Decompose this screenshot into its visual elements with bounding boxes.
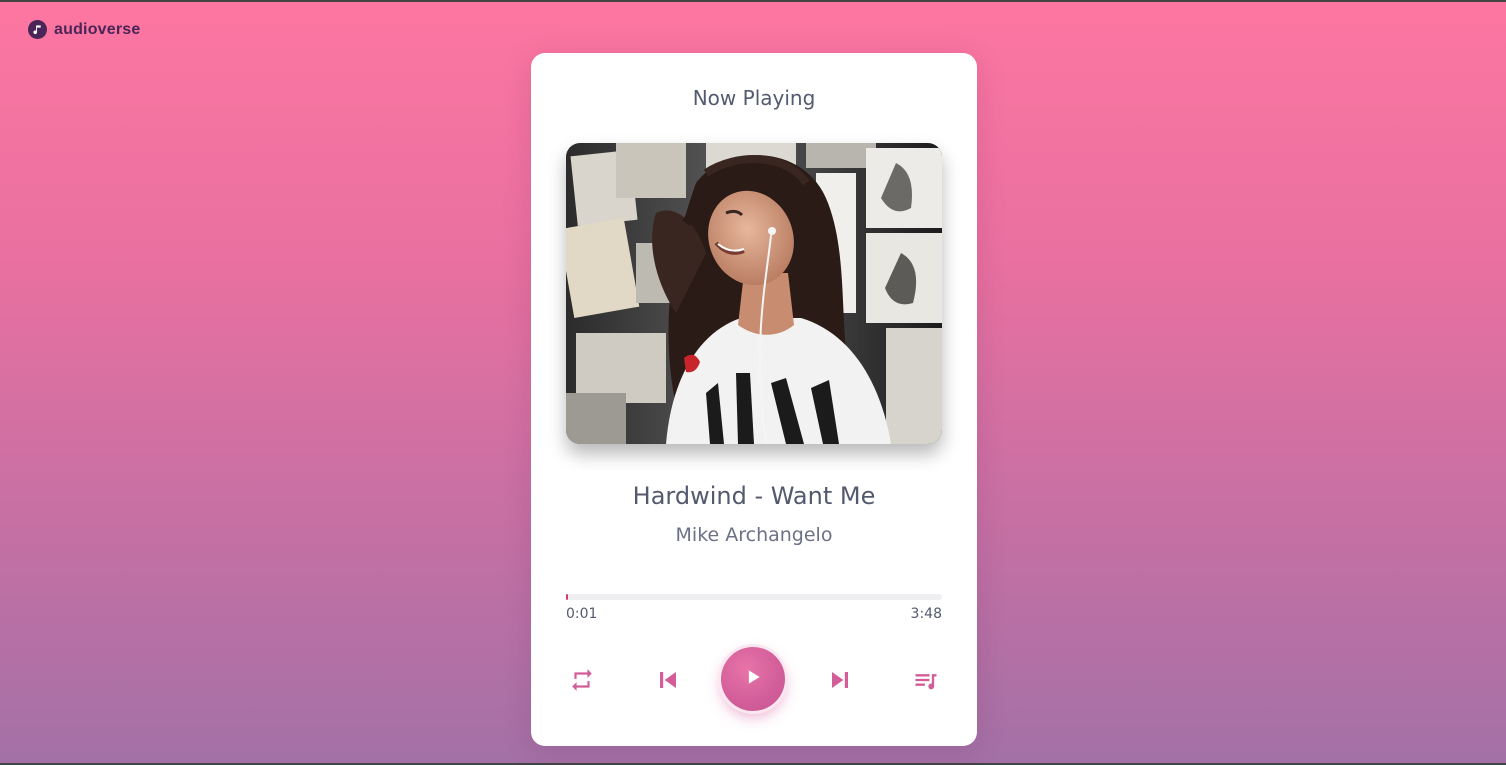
track-artist: Mike Archangelo <box>675 524 833 546</box>
progress-fill <box>566 594 569 600</box>
brand-logo[interactable]: audioverse <box>28 20 140 39</box>
previous-button[interactable] <box>651 663 685 697</box>
brand-name: audioverse <box>54 20 141 38</box>
play-icon <box>743 667 763 691</box>
next-button[interactable] <box>823 663 857 697</box>
current-time: 0:01 <box>566 606 598 622</box>
repeat-icon <box>569 667 595 693</box>
progress-bar[interactable] <box>566 594 942 600</box>
skip-next-icon <box>824 664 856 696</box>
track-title: Hardwind - Want Me <box>632 482 876 510</box>
music-note-icon <box>28 20 47 39</box>
total-time: 3:48 <box>910 606 942 622</box>
repeat-button[interactable] <box>567 665 597 695</box>
skip-previous-icon <box>652 664 684 696</box>
player-controls <box>531 643 977 713</box>
now-playing-card: Now Playing Hardwind - Want Me Mike Arch… <box>531 53 977 746</box>
album-cover <box>566 143 942 444</box>
now-playing-heading: Now Playing <box>692 86 816 110</box>
play-button[interactable] <box>721 647 785 711</box>
playlist-icon <box>912 666 940 694</box>
playlist-button[interactable] <box>911 665 941 695</box>
